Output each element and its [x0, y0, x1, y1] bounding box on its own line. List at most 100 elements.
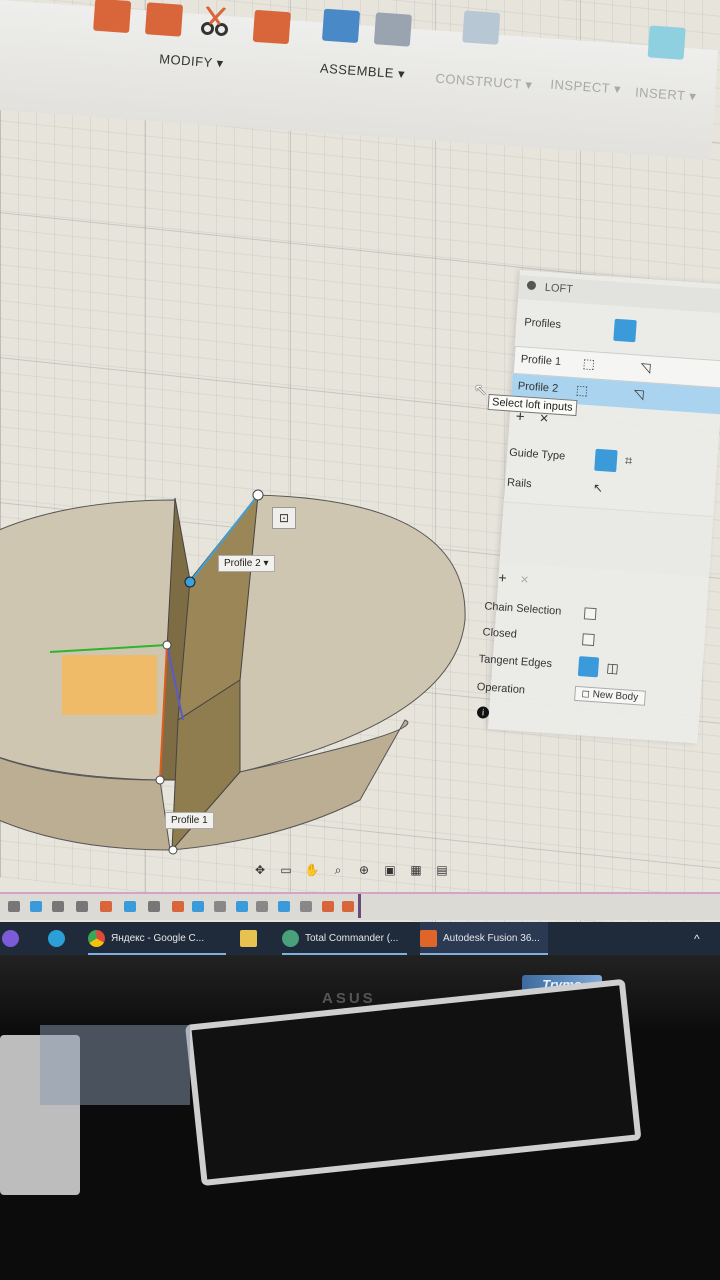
tray-chevron-icon[interactable]: ^ [694, 922, 714, 955]
add-rail-button[interactable]: + [498, 569, 507, 586]
taskbar-item-fusion[interactable]: Autodesk Fusion 36... [420, 922, 548, 955]
remove-rail-button[interactable]: × [520, 571, 529, 588]
profile-1-name: Profile 1 [520, 353, 562, 369]
closed-checkbox[interactable] [581, 633, 595, 647]
timeline-joint-icon[interactable] [214, 901, 226, 912]
display-settings-icon[interactable]: ▣ [380, 863, 400, 877]
fit-icon[interactable]: ⊕ [354, 863, 374, 877]
timeline-extrude-icon[interactable] [192, 901, 204, 912]
inspect-menu[interactable]: INSPECT ▾ [550, 77, 622, 98]
profiles-select-button[interactable] [613, 318, 637, 343]
chrome-icon [88, 930, 105, 947]
profile-2-name: Profile 2 [517, 380, 559, 395]
insert-menu[interactable]: INSERT ▾ [635, 85, 697, 105]
fusion-icon [420, 930, 437, 947]
timeline-combine-icon[interactable] [322, 901, 334, 912]
profile-type-icon[interactable]: ⬚ [582, 356, 595, 373]
monitor-brand-logo: ASUS [322, 990, 376, 1007]
construct-group: CONSTRUCT ▾ [432, 10, 549, 138]
chain-selection-checkbox[interactable] [583, 607, 597, 621]
timeline-extrude-icon[interactable] [30, 901, 42, 912]
press-pull-icon[interactable] [93, 0, 132, 34]
tangent-keep-icon[interactable]: ◫ [606, 660, 619, 677]
inspect-group: INSPECT ▾ [547, 39, 634, 144]
timeline-sketch-icon[interactable] [76, 901, 88, 912]
taskbar-label: Autodesk Fusion 36... [443, 933, 540, 944]
navigation-bar: ✥ ▭ ✋ ⌕ ⊕ ▣ ▦ ▤ [250, 860, 452, 880]
timeline-sketch-icon[interactable] [8, 901, 20, 912]
orbit-icon[interactable]: ✥ [250, 863, 270, 877]
viewports-icon[interactable]: ▤ [432, 863, 452, 877]
taskbar-item-chrome[interactable]: Яндекс - Google C... [88, 922, 226, 955]
collapse-icon[interactable] [526, 280, 537, 291]
taskbar-item-total-commander[interactable]: Total Commander (... [282, 922, 407, 955]
scissors-icon[interactable] [197, 5, 235, 40]
vertex-point[interactable] [155, 775, 165, 785]
closed-label: Closed [482, 626, 518, 641]
guide-type-label: Guide Type [508, 446, 566, 463]
taskbar-label: Яндекс - Google C... [111, 933, 205, 944]
zoom-icon[interactable]: ⌕ [328, 863, 348, 877]
loft-title: LOFT [544, 281, 574, 296]
operation-value: New Body [592, 689, 639, 704]
look-at-icon[interactable]: ▭ [276, 863, 296, 877]
timeline-move-icon[interactable] [172, 901, 184, 912]
assemble-group: ASSEMBLE ▾ [312, 8, 429, 129]
insert-image-icon[interactable] [647, 25, 686, 60]
profiles-label: Profiles [523, 316, 562, 331]
guide-rails-button[interactable] [594, 448, 618, 473]
timeline-joint-icon[interactable] [256, 901, 268, 912]
loft-panel: LOFT Profiles Profile 1 ⬚ ◹ Profile 2 ⬚ … [476, 270, 720, 744]
grid-settings-icon[interactable]: ▦ [406, 863, 426, 877]
timeline-loft-icon[interactable] [342, 901, 354, 912]
fusion-screen: MODIFY ▾ ASSEMBLE ▾ CONSTRUCT ▾ INSPECT … [0, 0, 720, 955]
fillet-icon[interactable] [144, 2, 184, 37]
operation-dropdown[interactable]: ◻ New Body [574, 685, 646, 706]
timeline-fillet-icon[interactable] [100, 901, 112, 912]
profile-2-label[interactable]: Profile 2 ▾ [218, 555, 275, 572]
desk-area [0, 978, 720, 1280]
timeline-marker[interactable] [358, 894, 361, 918]
new-component-icon[interactable] [321, 8, 361, 44]
end-condition-icon[interactable]: ◹ [633, 386, 644, 403]
timeline-sketch-icon[interactable] [52, 901, 64, 912]
timeline-sketch-icon[interactable] [148, 901, 160, 912]
timeline-extrude-icon[interactable] [278, 901, 290, 912]
profile-type-icon[interactable]: ⬚ [575, 382, 588, 399]
taskbar-label: Total Commander (... [305, 933, 399, 944]
rails-list[interactable] [499, 501, 714, 577]
timeline-joint-icon[interactable] [300, 901, 312, 912]
origin-point[interactable] [162, 640, 172, 650]
guide-centerline-icon[interactable]: ⌗ [624, 453, 632, 469]
pan-icon[interactable]: ✋ [302, 863, 322, 877]
rails-select-icon[interactable]: ↖ [593, 481, 604, 496]
new-body-icon: ◻ [581, 688, 591, 700]
joint-icon[interactable] [373, 12, 412, 47]
total-commander-icon [282, 930, 299, 947]
construct-menu[interactable]: CONSTRUCT ▾ [435, 71, 533, 94]
tangent-merge-button[interactable] [577, 656, 600, 678]
rails-label: Rails [506, 476, 532, 491]
left-body-top [0, 499, 179, 781]
selected-vertex[interactable] [184, 576, 196, 588]
vertex-point[interactable] [252, 489, 264, 501]
chain-selection-label: Chain Selection [484, 600, 562, 618]
design-timeline[interactable] [0, 892, 720, 920]
loft-manipulator-icon[interactable]: ⊡ [272, 507, 296, 529]
windows-taskbar: Яндекс - Google C... Total Commander (..… [0, 922, 720, 955]
timeline-extrude-icon[interactable] [236, 901, 248, 912]
profile-1-label[interactable]: Profile 1 [165, 812, 214, 829]
right-body-top [239, 494, 466, 773]
vertex-point[interactable] [168, 845, 178, 855]
file-explorer-taskbar-icon[interactable] [240, 922, 264, 955]
end-condition-icon[interactable]: ◹ [640, 360, 651, 377]
modify-menu[interactable]: MODIFY ▾ [159, 51, 224, 71]
model-viewport[interactable] [0, 480, 480, 860]
modify-group: MODIFY ▾ [88, 0, 304, 121]
telegram-taskbar-icon[interactable] [48, 922, 68, 955]
timeline-body-icon[interactable] [124, 901, 136, 912]
assemble-menu[interactable]: ASSEMBLE ▾ [319, 61, 406, 83]
viber-taskbar-icon[interactable] [2, 922, 22, 955]
move-icon[interactable] [252, 9, 291, 45]
offset-plane-icon[interactable] [462, 10, 501, 45]
